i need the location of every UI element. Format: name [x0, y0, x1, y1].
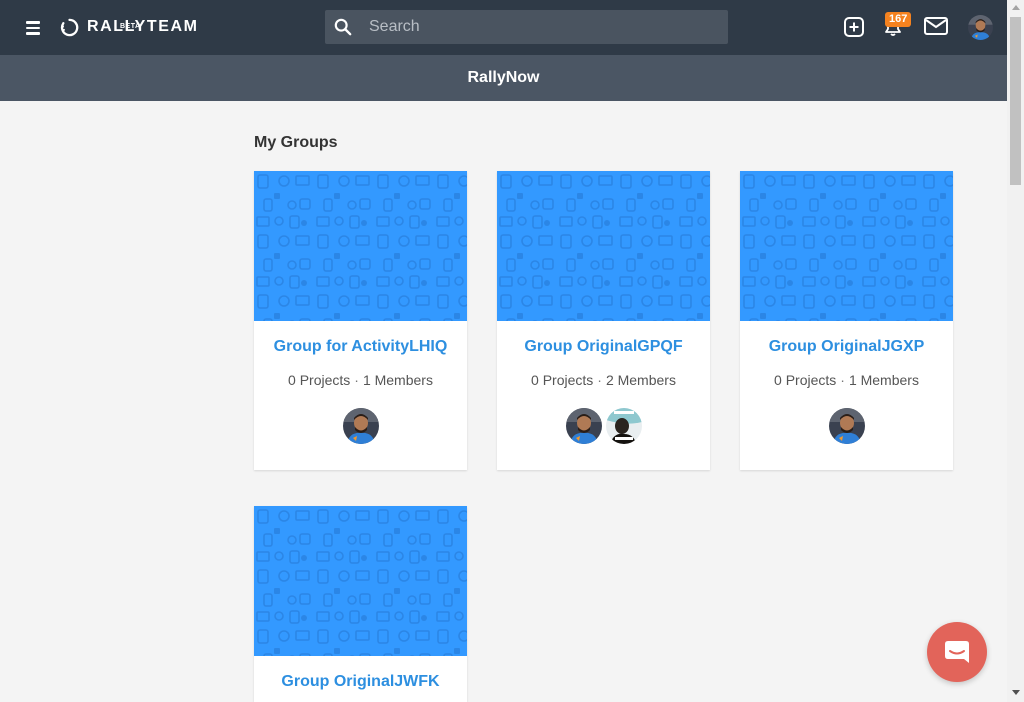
scroll-up-arrow-icon[interactable] [1012, 5, 1020, 10]
projects-count: 0 Projects [774, 372, 837, 388]
projects-count: 0 Projects [531, 372, 594, 388]
group-cover-image [254, 171, 467, 321]
member-avatars [740, 408, 953, 444]
group-stats: 0 Projects · 2 Members [497, 372, 710, 388]
scrollbar-thumb[interactable] [1010, 17, 1021, 185]
group-card[interactable]: Group for ActivityLHIQ 0 Projects · 1 Memb… [254, 171, 467, 470]
notification-count-badge: 167 [885, 12, 912, 27]
avatar[interactable] [343, 408, 379, 444]
projects-count: 0 Projects [288, 372, 351, 388]
vertical-scrollbar[interactable] [1007, 0, 1024, 702]
logo-text: RALLYTEAM [87, 18, 199, 35]
avatar[interactable] [566, 408, 602, 444]
avatar[interactable] [606, 408, 642, 444]
search-box[interactable] [325, 10, 728, 44]
sub-header: RallyNow [0, 55, 1007, 101]
scroll-down-arrow-icon[interactable] [1012, 690, 1020, 695]
envelope-icon[interactable] [923, 15, 949, 37]
group-card[interactable]: Group OriginalJGXP 0 Projects · 1 Members [740, 171, 953, 470]
group-cover-image [740, 171, 953, 321]
plus-square-icon[interactable] [843, 16, 865, 38]
chat-launcher-button[interactable] [927, 622, 987, 682]
group-name[interactable]: Group for ActivityLHIQ [254, 338, 467, 356]
members-count: 1 Members [362, 372, 433, 388]
group-name[interactable]: Group OriginalGPQF [497, 338, 710, 356]
app-logo[interactable]: RALLYTEAM [60, 15, 199, 45]
group-stats: 0 Projects · 1 Members [254, 372, 467, 388]
group-cover-image [497, 171, 710, 321]
avatar[interactable] [829, 408, 865, 444]
user-avatar[interactable] [968, 15, 993, 40]
search-input[interactable] [369, 18, 689, 36]
meta-separator: · [354, 372, 359, 388]
page-title: RallyNow [467, 69, 540, 86]
section-title: My Groups [254, 134, 338, 151]
member-avatars [254, 408, 467, 444]
group-card[interactable]: Group OriginalGPQF 0 Projects · 2 Members [497, 171, 710, 470]
beta-label: BETA [120, 23, 141, 30]
top-navbar: RALLYTEAM BETA 167 [0, 0, 1007, 55]
meta-separator: · [840, 372, 845, 388]
members-count: 1 Members [848, 372, 919, 388]
logo-ring-icon [60, 18, 79, 37]
group-name[interactable]: Group OriginalJGXP [740, 338, 953, 356]
meta-separator: · [597, 372, 602, 388]
member-avatars [497, 408, 710, 444]
group-cover-image [254, 506, 467, 656]
chat-bubble-icon [945, 641, 969, 663]
members-count: 2 Members [605, 372, 676, 388]
hamburger-icon[interactable] [26, 21, 40, 35]
group-name[interactable]: Group OriginalJWFK [254, 673, 467, 691]
group-card[interactable]: Group OriginalJWFK [254, 506, 467, 702]
search-icon[interactable] [334, 18, 352, 36]
group-stats: 0 Projects · 1 Members [740, 372, 953, 388]
